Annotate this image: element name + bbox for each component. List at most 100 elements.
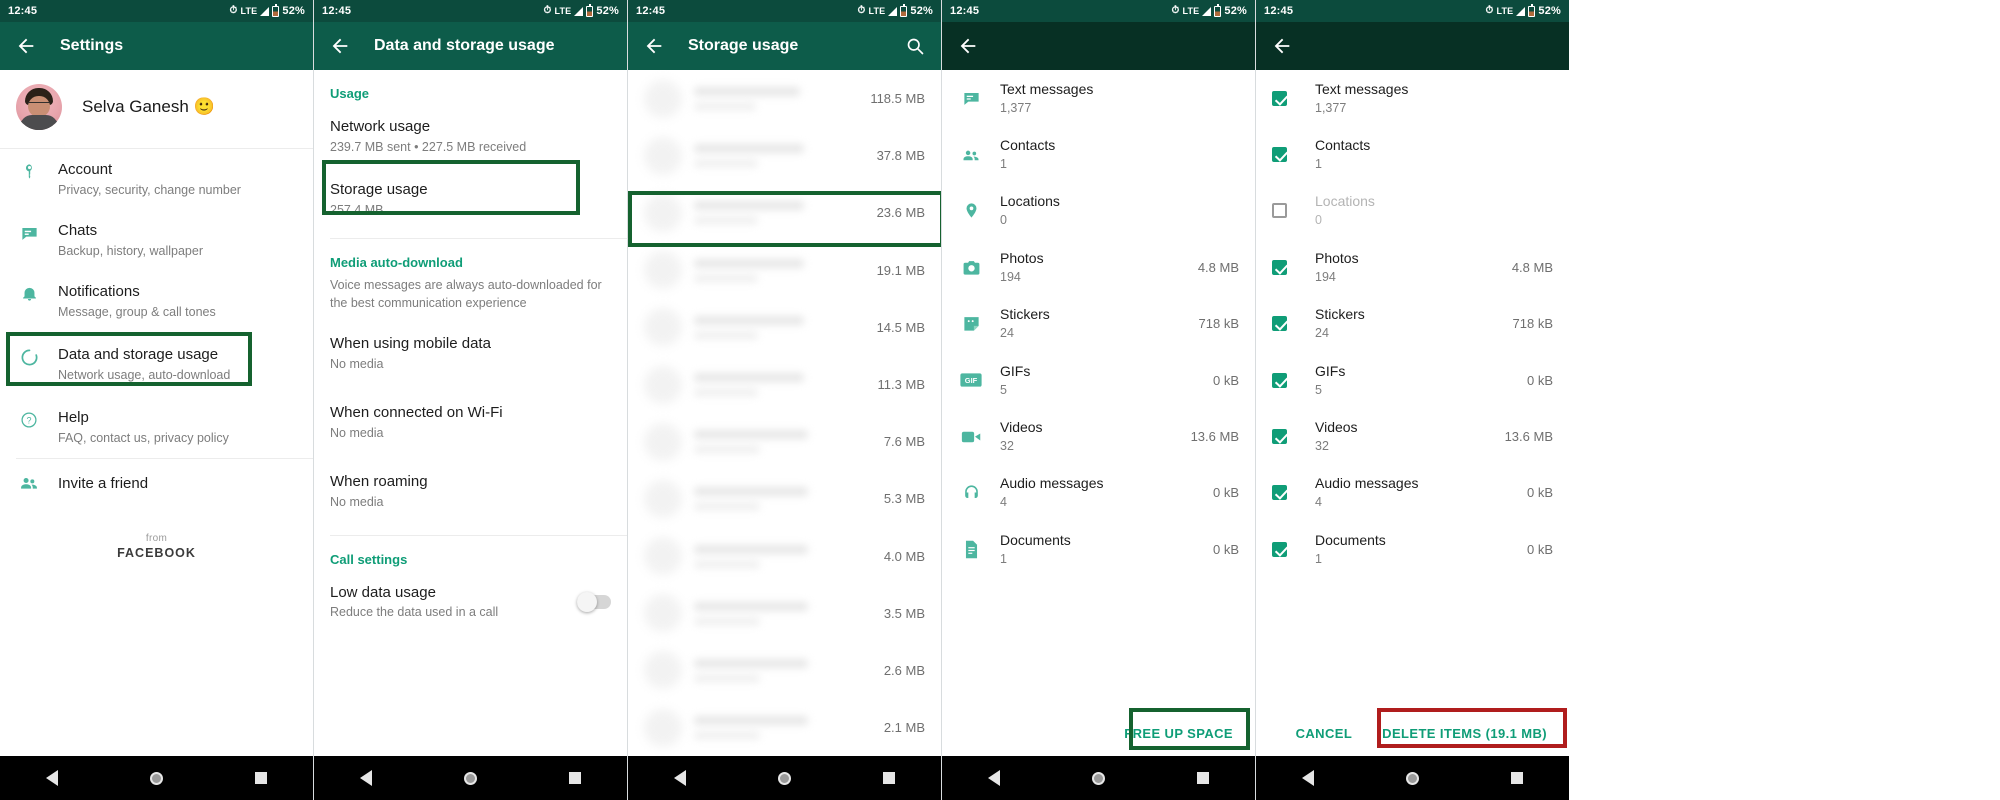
nav-back-icon[interactable] — [359, 770, 374, 786]
checkbox-icon[interactable] — [1272, 316, 1287, 332]
nav-recents-icon[interactable] — [881, 771, 896, 786]
sidebar-item-chats[interactable]: Chats Backup, history, wallpaper — [0, 210, 313, 271]
arrow-back-icon[interactable] — [642, 34, 666, 58]
nav-home-icon[interactable] — [1405, 771, 1420, 786]
table-row[interactable]: Text messages 1,377 — [942, 70, 1255, 126]
delete-items-button[interactable]: DELETE ITEMS (19.1 MB) — [1374, 720, 1555, 747]
table-row[interactable]: Contacts 1 — [1256, 126, 1569, 182]
nav-recents-icon[interactable] — [1509, 771, 1524, 786]
nav-recents-icon[interactable] — [567, 771, 582, 786]
audio-icon — [958, 483, 984, 502]
list-item[interactable]: 11.3 MB — [628, 356, 941, 413]
list-item[interactable]: 23.6 MB — [628, 184, 941, 241]
checkbox-icon[interactable] — [1272, 259, 1287, 275]
low-data-usage-toggle[interactable] — [577, 591, 611, 612]
table-row[interactable]: Videos 32 13.6 MB — [1256, 408, 1569, 464]
nav-recents-icon[interactable] — [1195, 771, 1210, 786]
row-label: Audio messages — [1315, 475, 1419, 492]
nav-home-icon[interactable] — [149, 771, 164, 786]
table-row[interactable]: Documents 1 0 kB — [942, 521, 1255, 577]
row-count: 1 — [1000, 157, 1007, 172]
item-size: 3.5 MB — [883, 605, 925, 621]
row-subtitle: No media — [330, 495, 384, 509]
list-item[interactable]: 118.5 MB — [628, 70, 941, 127]
row-title: When connected on Wi-Fi — [330, 404, 503, 421]
nav-back-icon[interactable] — [1301, 770, 1316, 786]
table-row[interactable]: Stickers 24 718 kB — [1256, 296, 1569, 352]
sidebar-item-label: Chats — [58, 222, 98, 239]
table-row[interactable]: Audio messages 4 0 kB — [942, 465, 1255, 521]
signal-icon — [260, 6, 270, 16]
row-storage-usage[interactable]: Storage usage 257.4 MB — [314, 166, 627, 232]
sidebar-item-notifications[interactable]: Notifications Message, group & call tone… — [0, 271, 313, 332]
nav-home-icon[interactable] — [1091, 771, 1106, 786]
avatar[interactable] — [16, 84, 62, 130]
sidebar-item-invite-a-friend[interactable]: Invite a friend — [0, 459, 313, 507]
list-item[interactable]: 14.5 MB — [628, 299, 941, 356]
table-row[interactable]: Locations 0 — [942, 183, 1255, 239]
network-type-label: LTE — [1182, 6, 1200, 16]
table-row[interactable]: Photos 194 4.8 MB — [942, 239, 1255, 295]
checkbox-icon[interactable] — [1272, 147, 1287, 163]
list-item[interactable]: 7.6 MB — [628, 413, 941, 470]
storage-usage-list[interactable]: 118.5 MB 37.8 MB 23.6 MB 19.1 MB 14.5 MB… — [628, 70, 941, 778]
row-low-data-usage[interactable]: Low data usage Reduce the data used in a… — [314, 573, 627, 631]
arrow-back-icon[interactable] — [1270, 34, 1294, 58]
sidebar-item-data-and-storage-usage[interactable]: Data and storage usage Network usage, au… — [0, 332, 313, 397]
table-row[interactable]: Documents 1 0 kB — [1256, 521, 1569, 577]
profile-name: Selva Ganesh 🙂 — [82, 97, 215, 116]
list-item[interactable]: 2.1 MB — [628, 699, 941, 756]
row-when-connected-on-wifi[interactable]: When connected on Wi-Fi No media — [314, 393, 627, 452]
nav-recents-icon[interactable] — [253, 771, 268, 786]
arrow-back-icon[interactable] — [14, 34, 38, 58]
checkbox-icon[interactable] — [1272, 203, 1287, 219]
storage-detail-actionbar: FREE UP SPACE — [942, 710, 1255, 756]
arrow-back-icon[interactable] — [328, 34, 352, 58]
row-size: 0 kB — [1212, 372, 1239, 388]
table-row[interactable]: Audio messages 4 0 kB — [1256, 465, 1569, 521]
profile-row[interactable]: Selva Ganesh 🙂 — [0, 70, 313, 148]
row-label: Photos — [1315, 249, 1359, 266]
list-item[interactable]: 37.8 MB — [628, 127, 941, 184]
search-icon[interactable] — [903, 34, 927, 58]
row-when-roaming[interactable]: When roaming No media — [314, 462, 627, 521]
status-clock: 12:45 — [322, 5, 352, 17]
sidebar-item-sublabel: FAQ, contact us, privacy policy — [58, 431, 229, 445]
appbar-storage-detail — [942, 22, 1255, 70]
nav-back-icon[interactable] — [673, 770, 688, 786]
list-item[interactable]: 2.6 MB — [628, 642, 941, 699]
row-when-using-mobile-data[interactable]: When using mobile data No media — [314, 324, 627, 383]
sidebar-item-account[interactable]: Account Privacy, security, change number — [0, 149, 313, 210]
checkbox-icon[interactable] — [1272, 429, 1287, 445]
nav-back-icon[interactable] — [45, 770, 60, 786]
panel-storage-select: 12:45 ⏱ LTE 52% Text messages 1,377 Cont… — [1255, 0, 1569, 800]
table-row[interactable]: GIFs 5 0 kB — [1256, 352, 1569, 408]
nav-back-icon[interactable] — [987, 770, 1002, 786]
arrow-back-icon[interactable] — [956, 34, 980, 58]
checkbox-icon[interactable] — [1272, 372, 1287, 388]
table-row[interactable]: Contacts 1 — [942, 126, 1255, 182]
list-item[interactable]: 19.1 MB — [628, 242, 941, 299]
checkbox-icon[interactable] — [1272, 90, 1287, 106]
list-item[interactable]: 4.0 MB — [628, 528, 941, 585]
cancel-button[interactable]: CANCEL — [1288, 720, 1361, 747]
table-row[interactable]: Locations 0 — [1256, 183, 1569, 239]
row-label: Photos — [1000, 249, 1044, 266]
checkbox-icon[interactable] — [1272, 485, 1287, 501]
nav-home-icon[interactable] — [777, 771, 792, 786]
free-up-space-button[interactable]: FREE UP SPACE — [1116, 720, 1241, 747]
row-title: When using mobile data — [330, 335, 491, 352]
list-item[interactable]: 5.3 MB — [628, 470, 941, 527]
checkbox-icon[interactable] — [1272, 541, 1287, 557]
table-row[interactable]: GIF GIFs 5 0 kB — [942, 352, 1255, 408]
table-row[interactable]: Videos 32 13.6 MB — [942, 408, 1255, 464]
table-row[interactable]: Text messages 1,377 — [1256, 70, 1569, 126]
sidebar-item-help[interactable]: ? Help FAQ, contact us, privacy policy — [0, 397, 313, 458]
row-title: When roaming — [330, 473, 428, 490]
nav-home-icon[interactable] — [463, 771, 478, 786]
row-network-usage[interactable]: Network usage 239.7 MB sent • 227.5 MB r… — [314, 107, 627, 166]
list-item[interactable]: 3.5 MB — [628, 585, 941, 642]
table-row[interactable]: Photos 194 4.8 MB — [1256, 239, 1569, 295]
table-row[interactable]: Stickers 24 718 kB — [942, 296, 1255, 352]
row-label: Stickers — [1315, 306, 1365, 323]
